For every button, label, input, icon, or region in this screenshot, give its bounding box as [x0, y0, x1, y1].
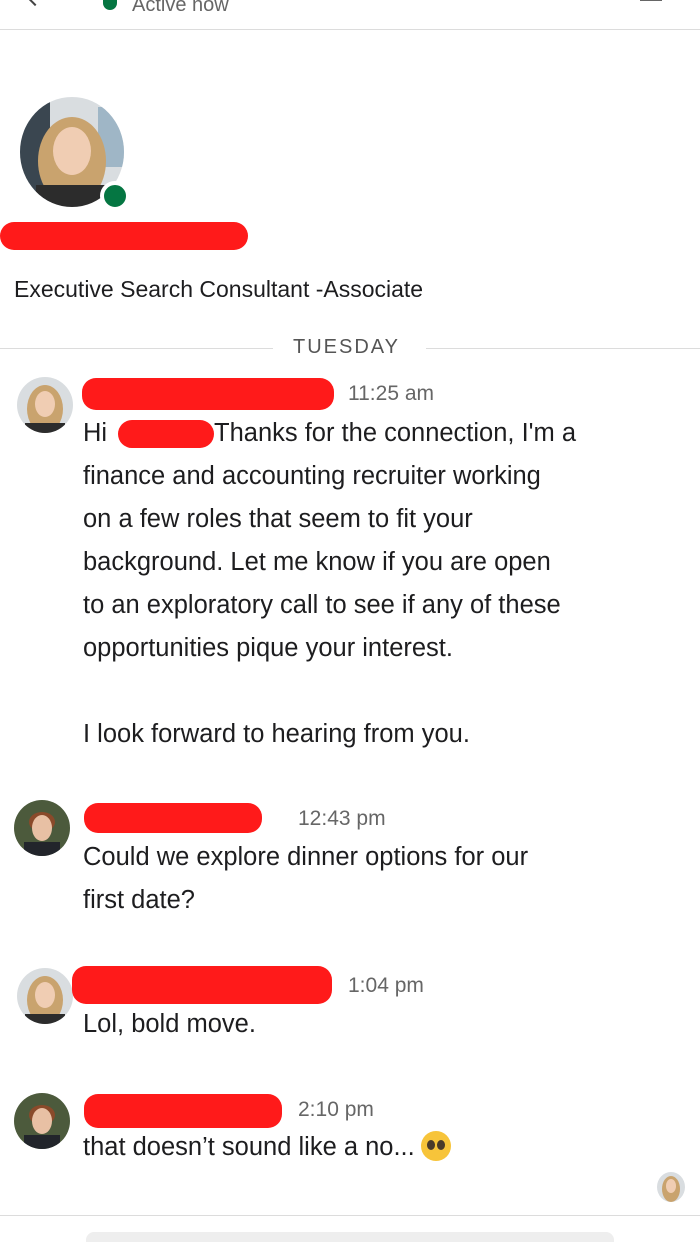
- redacted-recipient-name: [118, 420, 214, 448]
- message-line: first date?: [83, 886, 195, 914]
- message-line: background. Let me know if you are open: [83, 548, 551, 576]
- pleading-face-emoji-icon: [420, 1131, 451, 1161]
- composer-divider: [0, 1215, 700, 1216]
- back-chevron-icon[interactable]: [27, 0, 43, 7]
- redacted-sender-name: [72, 966, 332, 1004]
- message-line: Hi: [83, 419, 108, 447]
- active-status-text: Active now: [132, 0, 229, 16]
- day-divider-label: TUESDAY: [293, 336, 400, 358]
- redacted-sender-name: [84, 1094, 282, 1128]
- message-input[interactable]: [86, 1232, 614, 1242]
- message-text: that doesn’t sound like a no...: [83, 1133, 415, 1161]
- sender-avatar[interactable]: [14, 800, 70, 856]
- conversation-top-bar: Active now: [0, 0, 700, 30]
- message-line: Lol, bold move.: [83, 1010, 256, 1038]
- message-line: opportunities pique your interest.: [83, 634, 453, 662]
- redacted-name: [0, 222, 248, 250]
- online-presence-indicator: [100, 181, 130, 211]
- divider-left: [0, 348, 273, 349]
- profile-headline: Executive Search Consultant -Associate: [14, 276, 424, 302]
- message-line: I look forward to hearing from you.: [83, 720, 470, 748]
- message-line: that doesn’t sound like a no...: [83, 1126, 451, 1169]
- message-timestamp: 11:25 am: [348, 382, 434, 405]
- sender-avatar[interactable]: [14, 1093, 70, 1149]
- message-line: to an exploratory call to see if any of …: [83, 591, 561, 619]
- divider-right: [426, 348, 700, 349]
- sender-avatar[interactable]: [17, 377, 73, 433]
- sender-avatar[interactable]: [17, 968, 73, 1024]
- message-timestamp: 12:43 pm: [298, 807, 386, 830]
- read-receipt-avatar: [657, 1172, 685, 1202]
- menu-icon[interactable]: [640, 0, 662, 1]
- message-line: Could we explore dinner options for our: [83, 843, 529, 871]
- active-status-dot: [103, 0, 117, 10]
- message-line: finance and accounting recruiter working: [83, 462, 541, 490]
- message-timestamp: 2:10 pm: [298, 1098, 374, 1121]
- message-line: Thanks for the connection, I'm a: [214, 419, 577, 447]
- message-timestamp: 1:04 pm: [348, 974, 424, 997]
- message-line: on a few roles that seem to fit your: [83, 505, 473, 533]
- redacted-sender-name: [84, 803, 262, 833]
- redacted-sender-name: [82, 378, 334, 410]
